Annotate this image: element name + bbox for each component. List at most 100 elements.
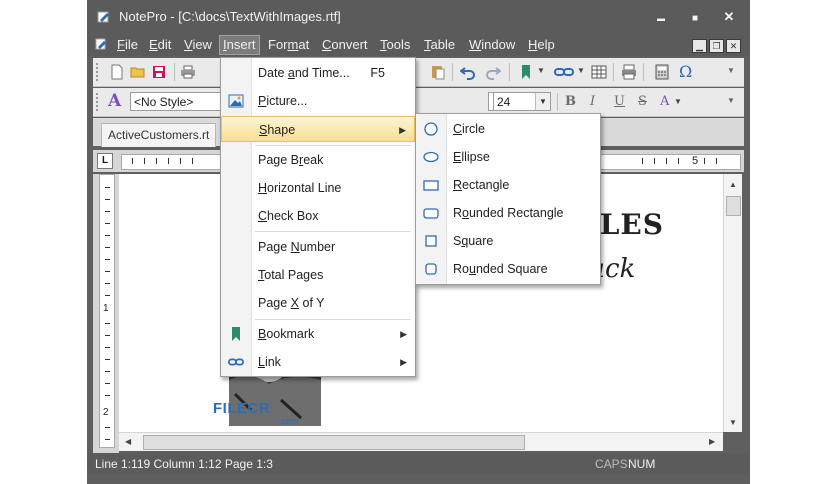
- menu-view[interactable]: View: [182, 37, 214, 53]
- menu-item-rectangle[interactable]: Rectangle: [416, 172, 600, 198]
- bold-button[interactable]: B: [565, 94, 576, 109]
- menu-item-label: Date and Time...: [258, 66, 350, 80]
- undo-icon[interactable]: [460, 64, 476, 80]
- styles-icon[interactable]: A: [108, 91, 121, 111]
- window-title: NotePro - [C:\docs\TextWithImages.rtf]: [119, 9, 341, 24]
- toolbar-separator: [509, 63, 510, 81]
- menu-separator: [255, 231, 411, 232]
- ellipse-icon: [423, 151, 439, 163]
- omega-symbol-icon[interactable]: Ω: [679, 62, 692, 81]
- chevron-down-icon[interactable]: ▼: [674, 97, 682, 106]
- title-bar: NotePro - [C:\docs\TextWithImages.rtf] ▬…: [87, 0, 750, 34]
- submenu-arrow-icon: ▶: [400, 329, 407, 339]
- menu-item-page-x-of-y[interactable]: Page X of Y: [221, 290, 415, 316]
- maximize-button[interactable]: ■: [685, 8, 705, 26]
- chevron-down-icon[interactable]: ▼: [535, 93, 550, 110]
- toolbar-separator: [452, 63, 453, 81]
- calculator-icon[interactable]: [654, 64, 670, 80]
- submenu-arrow-icon: ▶: [399, 125, 406, 135]
- italic-button[interactable]: I: [590, 94, 595, 109]
- menu-item-label: Horizontal Line: [258, 181, 342, 195]
- print-icon[interactable]: [180, 64, 196, 80]
- menu-item-square[interactable]: Square: [416, 228, 600, 254]
- mdi-restore-button[interactable]: ❐: [709, 39, 724, 53]
- ruler-number: 1: [103, 303, 109, 314]
- horizontal-scrollbar[interactable]: ◀ ▶: [119, 432, 723, 451]
- picture-icon: [228, 94, 244, 108]
- scroll-up-icon[interactable]: ▲: [729, 180, 737, 189]
- font-color-button[interactable]: A: [660, 94, 669, 109]
- menu-item-label: Ellipse: [453, 150, 490, 164]
- menu-item-link[interactable]: Link ▶: [221, 349, 415, 375]
- toolbar-overflow-icon[interactable]: ▼: [727, 66, 735, 75]
- menu-tools[interactable]: Tools: [378, 37, 412, 53]
- menu-convert[interactable]: Convert: [320, 37, 370, 53]
- menu-item-ellipse[interactable]: Ellipse: [416, 144, 600, 170]
- menu-item-page-number[interactable]: Page Number: [221, 234, 415, 260]
- menu-edit[interactable]: Edit: [147, 37, 173, 53]
- horizontal-scroll-thumb[interactable]: [143, 435, 525, 450]
- open-folder-icon[interactable]: [130, 64, 146, 80]
- toolbar-separator: [174, 63, 175, 81]
- vertical-scrollbar[interactable]: ▲ ▼: [723, 174, 742, 432]
- bookmark-icon[interactable]: [518, 64, 534, 80]
- vertical-scroll-thumb[interactable]: [726, 196, 741, 216]
- paste-icon[interactable]: [430, 64, 446, 80]
- menu-insert[interactable]: Insert: [219, 35, 260, 55]
- toolbar-separator: [557, 93, 558, 111]
- minimize-button[interactable]: ▬: [651, 8, 671, 26]
- menu-item-label: Picture...: [258, 94, 308, 108]
- menu-item-picture[interactable]: Picture...: [221, 88, 415, 114]
- menu-item-rounded-square[interactable]: Rounded Square: [416, 256, 600, 282]
- table-icon[interactable]: [591, 64, 607, 80]
- notepad-app-icon: [97, 11, 109, 23]
- toolbar-grip[interactable]: [96, 63, 101, 81]
- mdi-minimize-button[interactable]: ▁: [692, 39, 707, 53]
- scroll-left-icon[interactable]: ◀: [125, 437, 131, 446]
- toolbar-overflow-icon[interactable]: ▼: [727, 96, 735, 105]
- chevron-down-icon[interactable]: ▼: [537, 66, 545, 75]
- tab-stop-selector[interactable]: L: [97, 153, 113, 169]
- close-button[interactable]: ✕: [719, 8, 739, 26]
- font-size-select[interactable]: 24 ▼: [493, 92, 551, 111]
- link-icon[interactable]: [554, 64, 574, 80]
- shape-submenu: Circle Ellipse Rectangle Rounded Rectang…: [415, 113, 601, 285]
- vertical-ruler: 1 2: [93, 174, 119, 454]
- status-bar: Line 1:119 Column 1:12 Page 1:3 CAPS NUM: [87, 453, 750, 475]
- menu-file[interactable]: File: [115, 37, 140, 53]
- menu-item-label: Shape: [259, 123, 296, 137]
- print-preview-icon[interactable]: [621, 64, 637, 80]
- save-icon[interactable]: [151, 64, 167, 80]
- tab-active-customers[interactable]: ActiveCustomers.rt: [101, 123, 217, 147]
- menu-item-label: Rounded Rectangle: [453, 206, 564, 220]
- menu-item-horizontal-line[interactable]: Horizontal Line: [221, 175, 415, 201]
- menu-window[interactable]: Window: [467, 37, 517, 53]
- menu-item-rounded-rectangle[interactable]: Rounded Rectangle: [416, 200, 600, 226]
- menu-format[interactable]: Format: [266, 37, 311, 53]
- scroll-down-icon[interactable]: ▼: [729, 418, 737, 427]
- shortcut-label: F5: [370, 66, 385, 80]
- menu-item-bookmark[interactable]: Bookmark ▶: [221, 321, 415, 347]
- menu-help[interactable]: Help: [526, 37, 557, 53]
- mdi-close-button[interactable]: ✕: [726, 39, 741, 53]
- scroll-right-icon[interactable]: ▶: [709, 437, 715, 446]
- menu-item-total-pages[interactable]: Total Pages: [221, 262, 415, 288]
- menu-item-label: Circle: [453, 122, 485, 136]
- caps-indicator: CAPS: [595, 457, 628, 471]
- new-file-icon[interactable]: [109, 64, 125, 80]
- chevron-down-icon[interactable]: ▼: [577, 66, 585, 75]
- menu-item-shape[interactable]: Shape ▶: [221, 116, 415, 142]
- underline-button[interactable]: U: [614, 94, 625, 109]
- menu-item-date-and-time[interactable]: Date and Time... F5: [221, 60, 415, 86]
- strikethrough-button[interactable]: S: [638, 94, 647, 109]
- menu-item-check-box[interactable]: Check Box: [221, 203, 415, 229]
- toolbar-grip[interactable]: [96, 93, 101, 111]
- menu-table[interactable]: Table: [422, 37, 457, 53]
- menu-item-circle[interactable]: Circle: [416, 116, 600, 142]
- mdi-controls: ▁ ❐ ✕: [690, 38, 741, 53]
- menu-item-page-break[interactable]: Page Break: [221, 147, 415, 173]
- square-icon: [425, 235, 437, 247]
- tab-label: ActiveCustomers.rt: [108, 128, 210, 142]
- redo-icon[interactable]: [485, 64, 501, 80]
- vertical-ruler-strip[interactable]: 1 2: [99, 174, 115, 448]
